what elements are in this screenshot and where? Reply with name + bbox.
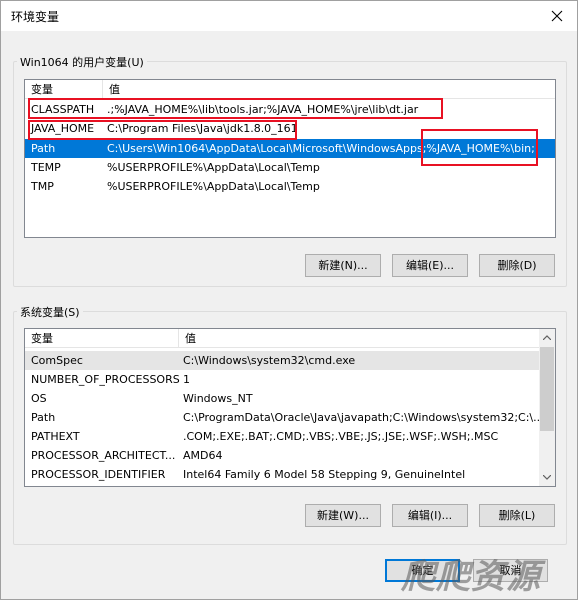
system-var-row[interactable]: PROCESSOR_ARCHITECT... AMD64	[25, 446, 539, 465]
user-var-row[interactable]: TMP %USERPROFILE%\AppData\Local\Temp	[25, 177, 555, 196]
variable-name: Path	[31, 411, 56, 424]
system-var-row[interactable]: PATHEXT .COM;.EXE;.BAT;.CMD;.VBS;.VBE;.J…	[25, 427, 539, 446]
variable-value: Windows_NT	[183, 392, 253, 405]
window-title: 环境变量	[11, 10, 60, 24]
variable-name: Path	[31, 142, 56, 155]
user-delete-button[interactable]: 删除(D)	[479, 254, 555, 277]
system-list-scrollbar[interactable]	[539, 329, 555, 486]
system-edit-button[interactable]: 编辑(I)...	[392, 504, 468, 527]
variable-value: %USERPROFILE%\AppData\Local\Temp	[107, 180, 320, 193]
variable-name: ComSpec	[31, 354, 83, 367]
user-new-button[interactable]: 新建(N)...	[305, 254, 381, 277]
variable-value: C:\ProgramData\Oracle\Java\javapath;C:\W…	[183, 411, 539, 424]
system-var-row[interactable]: Path C:\ProgramData\Oracle\Java\javapath…	[25, 408, 539, 427]
column-header-variable[interactable]: 变量	[25, 329, 179, 348]
variable-name: TEMP	[31, 161, 61, 174]
variable-value: .COM;.EXE;.BAT;.CMD;.VBS;.VBE;.JS;.JSE;.…	[183, 430, 499, 443]
user-list-header: 变量 值	[25, 80, 555, 99]
variable-name: PROCESSOR_IDENTIFIER	[31, 468, 166, 481]
scroll-thumb[interactable]	[540, 347, 554, 431]
system-new-button[interactable]: 新建(W)...	[305, 504, 381, 527]
close-button[interactable]	[537, 1, 577, 31]
highlight-box-classpath	[28, 98, 443, 119]
system-variables-list[interactable]: 变量 值 ComSpec C:\Windows\system32\cmd.exe…	[24, 328, 556, 487]
variable-name: PATHEXT	[31, 430, 80, 443]
variable-name: OS	[31, 392, 47, 405]
system-var-row[interactable]: PROCESSOR_IDENTIFIER Intel64 Family 6 Mo…	[25, 465, 539, 484]
variable-name: NUMBER_OF_PROCESSORS	[31, 373, 180, 386]
scroll-down-button[interactable]	[539, 469, 555, 486]
variable-value: AMD64	[183, 449, 223, 462]
variable-value: C:\Windows\system32\cmd.exe	[183, 354, 356, 367]
column-header-variable[interactable]: 变量	[25, 80, 103, 99]
user-edit-button[interactable]: 编辑(E)...	[392, 254, 468, 277]
system-var-row[interactable]: NUMBER_OF_PROCESSORS 1	[25, 370, 539, 389]
chevron-up-icon	[543, 335, 551, 340]
scroll-up-button[interactable]	[539, 329, 555, 346]
close-icon	[551, 10, 563, 22]
system-delete-button[interactable]: 删除(L)	[479, 504, 555, 527]
highlight-box-java-home	[28, 120, 297, 140]
column-header-value[interactable]: 值	[179, 329, 539, 348]
variable-value: Intel64 Family 6 Model 58 Stepping 9, Ge…	[183, 468, 466, 481]
variable-name: TMP	[31, 180, 54, 193]
variable-value: 1	[183, 373, 190, 386]
title-bar[interactable]: 环境变量	[1, 1, 577, 31]
chevron-down-icon	[543, 475, 551, 480]
user-variables-label: Win1064 的用户变量(U)	[17, 54, 147, 70]
system-list-header: 变量 值	[25, 329, 539, 348]
environment-variables-dialog: 环境变量 Win1064 的用户变量(U) 变量 值 CLASSPATH .;%…	[0, 0, 578, 600]
watermark-logo: 爬爬资源	[401, 557, 541, 597]
system-variables-label: 系统变量(S)	[17, 304, 83, 320]
system-var-row[interactable]: OS Windows_NT	[25, 389, 539, 408]
column-header-value[interactable]: 值	[103, 80, 555, 99]
system-var-row[interactable]: ComSpec C:\Windows\system32\cmd.exe	[25, 351, 539, 370]
highlight-box-java-bin	[421, 129, 538, 166]
variable-name: PROCESSOR_ARCHITECT...	[31, 449, 176, 462]
